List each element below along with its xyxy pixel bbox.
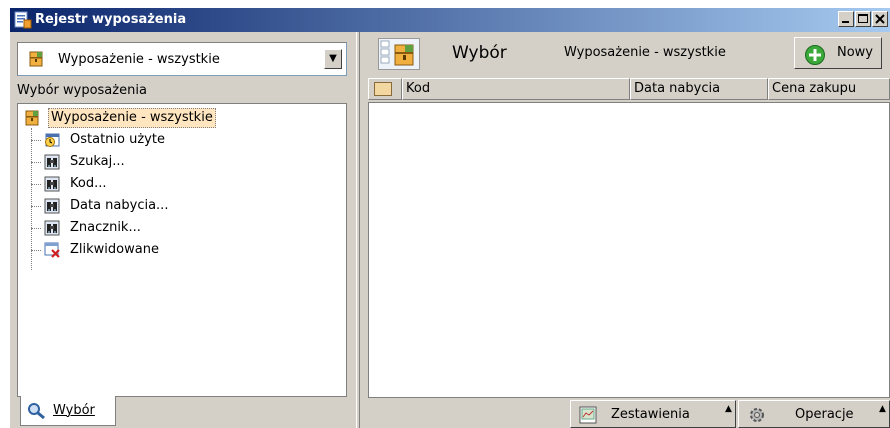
operations-button-label: Operacje [795, 407, 854, 422]
column-header-data-nabycia[interactable]: Data nabycia [630, 78, 768, 100]
tree-item-label: Zlikwidowane [70, 242, 159, 257]
minimize-button[interactable] [838, 11, 854, 27]
column-header-kod[interactable]: Kod [402, 78, 630, 100]
binoculars-icon [44, 154, 60, 170]
tree-item-label: Ostatnio użyte [70, 132, 165, 147]
caret-up-icon: ▲ [725, 404, 732, 414]
title-bar[interactable]: Rejestr wyposażenia [10, 8, 890, 32]
tree-item-label: Kod... [70, 176, 107, 191]
panel-subtitle: Wyposażenie - wszystkie [564, 45, 726, 60]
equipment-icon [25, 110, 39, 126]
tab-wybor[interactable]: Wybór [20, 396, 116, 426]
tree-connector [31, 250, 41, 251]
new-button-label: Nowy [837, 45, 874, 60]
grid-header: Kod Data nabycia Cena zakupu [368, 78, 890, 100]
pane-splitter[interactable] [356, 32, 360, 428]
combo-value: Wyposażenie - wszystkie [58, 52, 220, 67]
report-icon [579, 406, 597, 424]
combo-dropdown-button[interactable]: ▼ [324, 49, 342, 69]
equipment-icon [29, 51, 43, 67]
app-window: Rejestr wyposażenia Wyposażenie - wszyst… [10, 8, 890, 428]
binoculars-icon [44, 220, 60, 236]
window-title: Rejestr wyposażenia [35, 12, 187, 27]
reports-button-label: Zestawienia [611, 407, 690, 422]
row-icon [374, 82, 392, 96]
data-grid[interactable] [368, 102, 890, 398]
close-button[interactable] [872, 11, 888, 27]
maximize-icon [858, 14, 868, 23]
column-header-icon[interactable] [368, 78, 402, 100]
deleted-icon [44, 242, 60, 258]
tree-connector [31, 162, 41, 163]
tab-label: Wybór [53, 403, 95, 418]
equipment-list-icon [378, 38, 420, 70]
bottom-toolbar: Zestawienia ▲ Operacje ▲ [366, 400, 890, 428]
tree-connector [31, 128, 32, 270]
view-combobox[interactable]: Wyposażenie - wszystkie ▼ [17, 42, 347, 76]
tree-connector [31, 184, 41, 185]
tree-item-label: Wyposażenie - wszystkie [48, 108, 216, 128]
tree-connector [31, 228, 41, 229]
minimize-icon [842, 21, 849, 23]
gear-icon [750, 408, 764, 422]
tree-caption: Wybór wyposażenia [17, 83, 147, 98]
operations-button[interactable]: Operacje ▲ [738, 400, 890, 428]
panel-title: Wybór [452, 43, 507, 63]
app-icon [14, 11, 32, 29]
binoculars-icon [44, 198, 60, 214]
magnifier-icon [28, 403, 45, 420]
tree-connector [31, 140, 41, 141]
tree-item-label: Szukaj... [70, 154, 125, 169]
selection-tree[interactable]: Wyposażenie - wszystkie Ostatnio użyte S… [17, 103, 347, 397]
chevron-down-icon: ▼ [329, 53, 337, 64]
tree-item-label: Znacznik... [70, 220, 141, 235]
caret-up-icon: ▲ [879, 404, 886, 414]
tree-connector [31, 206, 41, 207]
binoculars-icon [44, 176, 60, 192]
column-header-cena-zakupu[interactable]: Cena zakupu [768, 78, 890, 100]
reports-button[interactable]: Zestawienia ▲ [570, 400, 736, 428]
right-toolbar: Wybór Wyposażenie - wszystkie Nowy [366, 32, 890, 76]
plus-circle-icon [805, 45, 825, 65]
maximize-button[interactable] [855, 11, 871, 27]
recent-icon [45, 133, 60, 147]
window-content: Wyposażenie - wszystkie ▼ Wybór wyposaże… [10, 32, 890, 428]
tree-item-label: Data nabycia... [70, 198, 169, 213]
new-button[interactable]: Nowy [794, 37, 882, 69]
close-icon [875, 14, 885, 24]
